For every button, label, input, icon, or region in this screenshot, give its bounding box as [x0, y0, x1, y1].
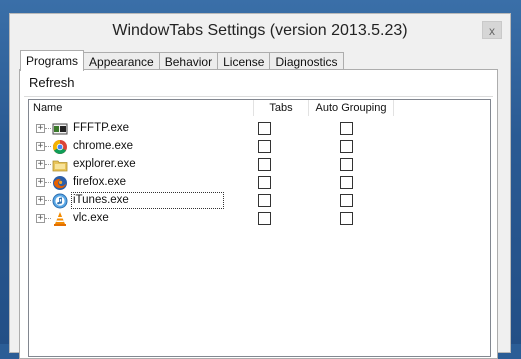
list-item[interactable]: + vlc.exe — [29, 210, 490, 228]
auto-grouping-checkbox[interactable] — [340, 158, 353, 171]
list-item[interactable]: + FFFTP.exe — [29, 120, 490, 138]
expand-toggle[interactable]: + — [36, 196, 45, 205]
tab-diagnostics[interactable]: Diagnostics — [269, 52, 344, 70]
tree-connector — [45, 164, 51, 165]
folder-icon — [52, 157, 68, 173]
tabs-checkbox[interactable] — [258, 122, 271, 135]
auto-grouping-checkbox[interactable] — [340, 194, 353, 207]
expand-toggle[interactable]: + — [36, 178, 45, 187]
list-item[interactable]: + iTunes.exe — [29, 192, 490, 210]
tabs-checkbox[interactable] — [258, 176, 271, 189]
program-name: FFFTP.exe — [73, 122, 130, 134]
tree-connector — [45, 146, 51, 147]
column-header-auto-grouping[interactable]: Auto Grouping — [309, 100, 394, 116]
expand-toggle[interactable]: + — [36, 142, 45, 151]
title-bar[interactable]: WindowTabs Settings (version 2013.5.23) … — [10, 14, 510, 47]
programs-panel: Refresh Name Tabs Auto Grouping + FFFTP.… — [19, 69, 498, 359]
expand-toggle[interactable]: + — [36, 160, 45, 169]
program-name: explorer.exe — [73, 158, 136, 170]
close-button[interactable]: x — [482, 21, 502, 39]
refresh-button[interactable]: Refresh — [28, 73, 76, 92]
tabs-checkbox[interactable] — [258, 194, 271, 207]
expand-toggle[interactable]: + — [36, 124, 45, 133]
tabs-checkbox[interactable] — [258, 212, 271, 225]
tree-connector — [45, 218, 51, 219]
tabs-checkbox[interactable] — [258, 158, 271, 171]
tab-programs[interactable]: Programs — [20, 50, 85, 71]
itunes-icon — [52, 193, 68, 209]
tree-connector — [45, 128, 51, 129]
tree-connector — [45, 182, 51, 183]
toolbar-divider — [24, 96, 493, 97]
tab-strip: Programs Appearance Behavior License Dia… — [20, 50, 344, 71]
program-name: vlc.exe — [73, 212, 109, 224]
expand-toggle[interactable]: + — [36, 214, 45, 223]
program-name: chrome.exe — [73, 140, 134, 152]
firefox-icon — [52, 175, 68, 191]
vlc-icon — [52, 211, 68, 227]
auto-grouping-checkbox[interactable] — [340, 212, 353, 225]
tab-behavior[interactable]: Behavior — [158, 52, 219, 70]
tabs-checkbox[interactable] — [258, 140, 271, 153]
chrome-icon — [52, 139, 68, 155]
column-header-name[interactable]: Name — [29, 100, 254, 116]
list-item[interactable]: + chrome.exe — [29, 138, 490, 156]
auto-grouping-checkbox[interactable] — [340, 176, 353, 189]
auto-grouping-checkbox[interactable] — [340, 122, 353, 135]
program-name: firefox.exe — [73, 176, 127, 188]
tree-connector — [45, 200, 51, 201]
list-item[interactable]: + firefox.exe — [29, 174, 490, 192]
window-title: WindowTabs Settings (version 2013.5.23) — [112, 22, 408, 39]
ffftp-icon — [52, 121, 68, 137]
programs-list[interactable]: Name Tabs Auto Grouping + FFFTP.exe + ch… — [28, 99, 491, 357]
tab-license[interactable]: License — [217, 52, 271, 70]
column-header-tabs[interactable]: Tabs — [254, 100, 309, 116]
program-name: iTunes.exe — [71, 192, 224, 209]
list-item[interactable]: + explorer.exe — [29, 156, 490, 174]
auto-grouping-checkbox[interactable] — [340, 140, 353, 153]
settings-window: WindowTabs Settings (version 2013.5.23) … — [9, 13, 511, 359]
tab-appearance[interactable]: Appearance — [83, 52, 160, 70]
